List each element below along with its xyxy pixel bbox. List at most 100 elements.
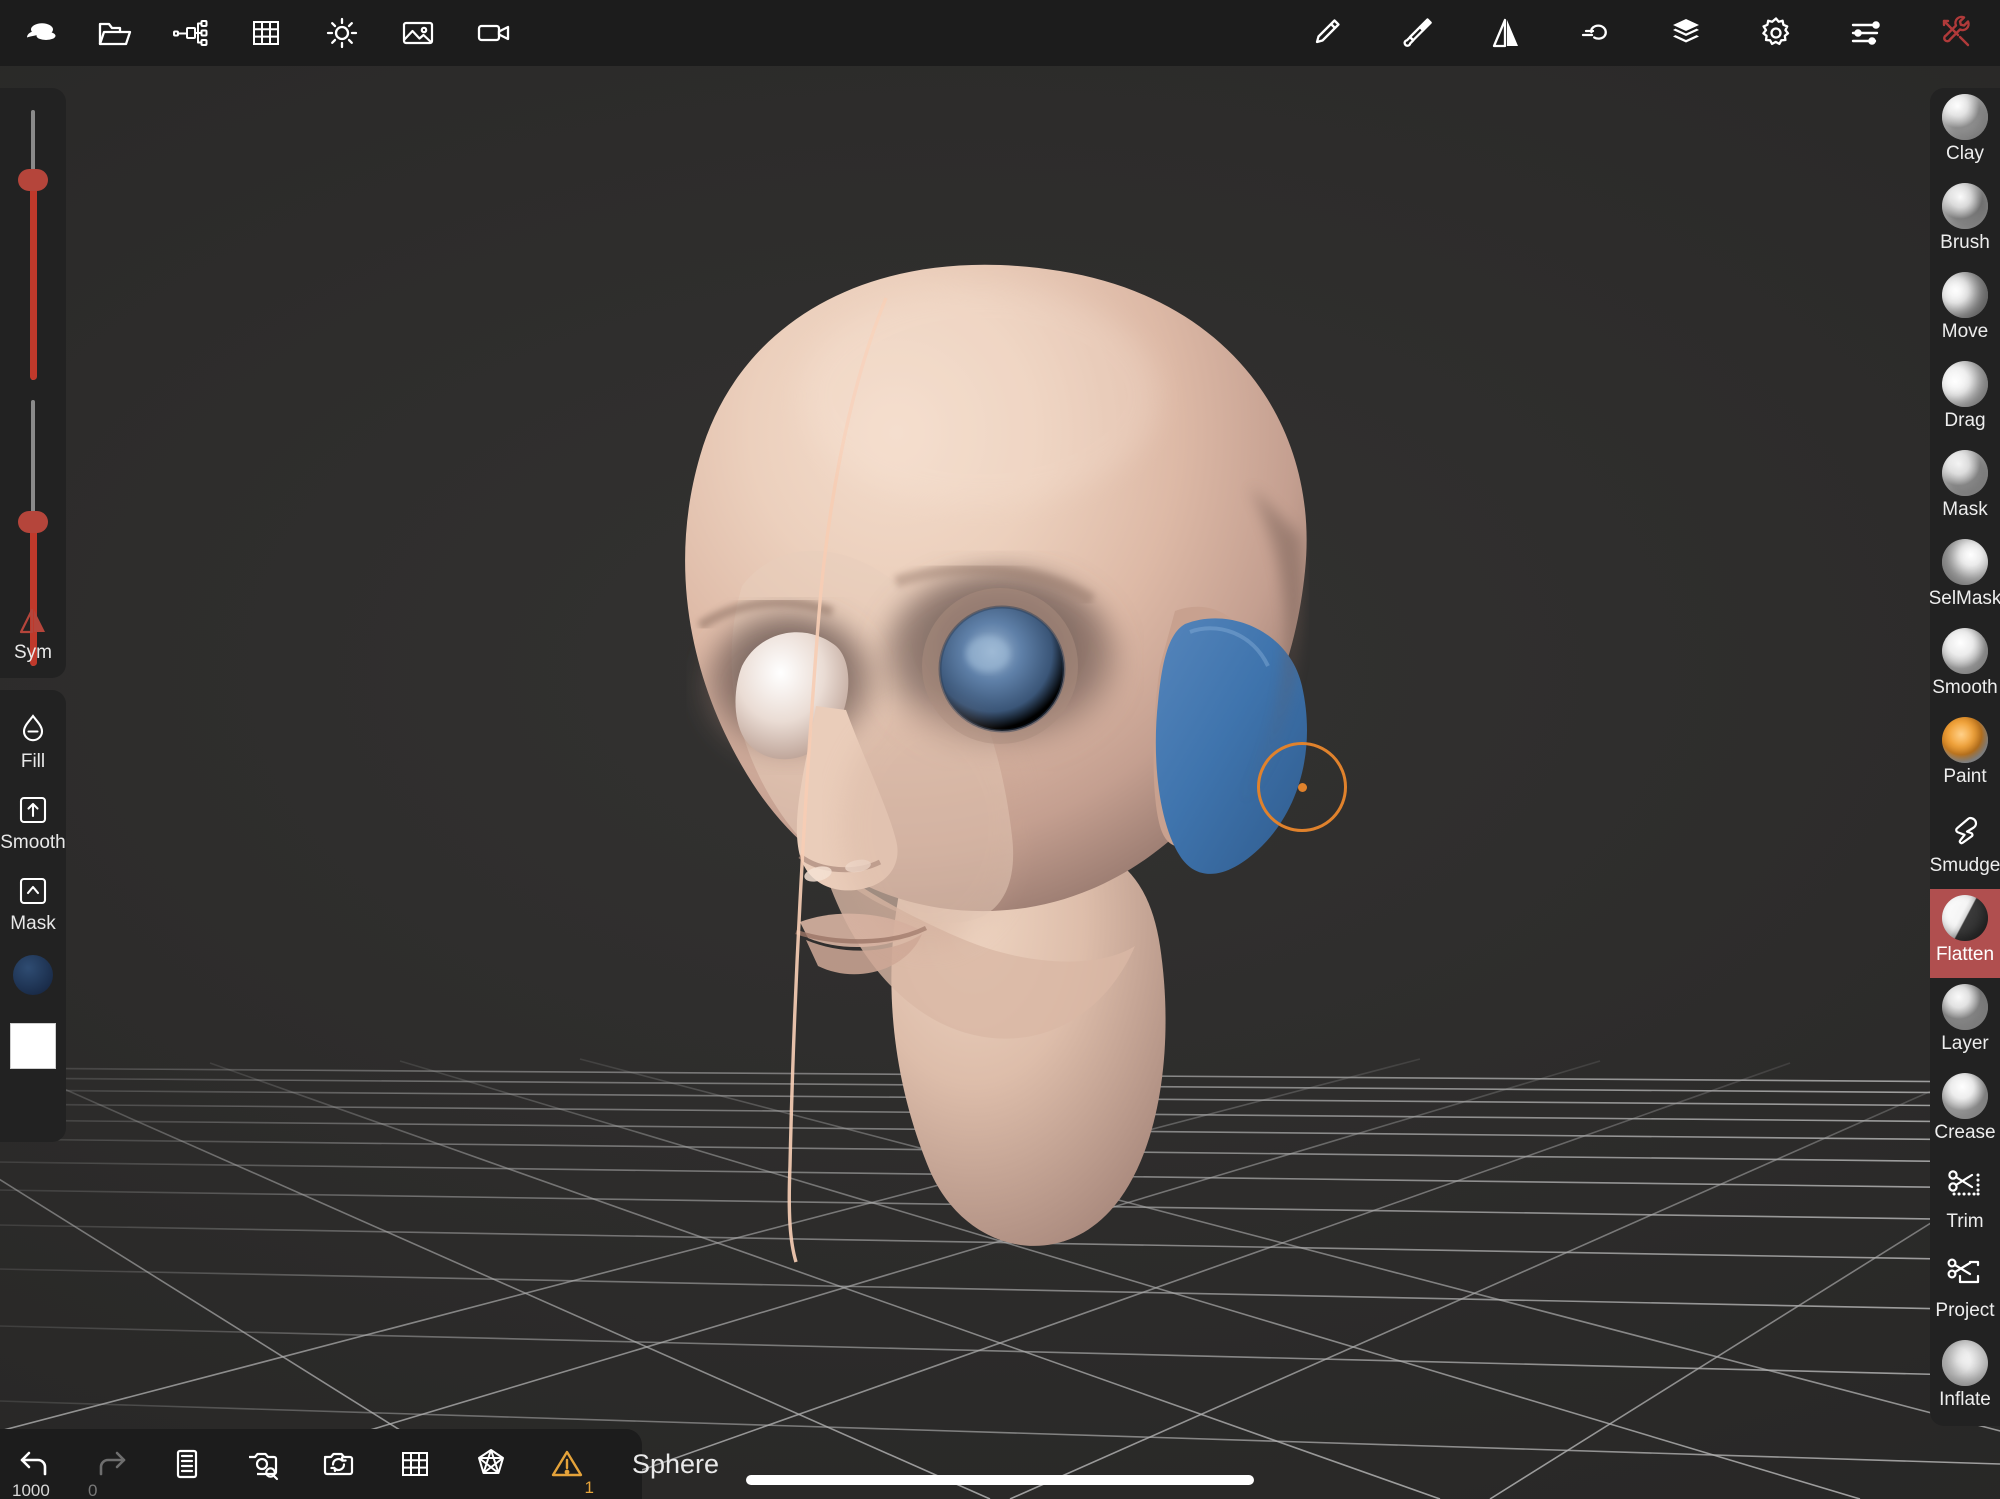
symmetry-mirror-icon	[19, 608, 45, 634]
tool-item-paint[interactable]: Paint	[1930, 711, 2000, 800]
tool-label: Smudge	[1930, 855, 2000, 876]
square-chevron-up-icon	[19, 877, 47, 905]
topology-button[interactable]	[468, 1444, 514, 1484]
smooth-sphere-icon	[1942, 628, 1988, 674]
material-preview[interactable]	[13, 955, 53, 995]
square-arrow-up-icon	[19, 796, 47, 824]
wireframe-button[interactable]	[392, 1445, 438, 1483]
tool-palette[interactable]: Clay Brush Move Drag Mask SelMask Smooth Paint S…	[1930, 88, 2000, 1426]
camera-refresh-icon	[323, 1452, 354, 1476]
undo-count: 1000	[12, 1481, 50, 1499]
tool-label: SelMask	[1930, 588, 2000, 609]
multires-button[interactable]	[164, 1445, 210, 1483]
hand-icon[interactable]	[1568, 5, 1624, 61]
wrench-screwdriver-icon[interactable]	[1928, 5, 1984, 61]
layer-sphere-icon	[1942, 984, 1988, 1030]
layers-stack-icon[interactable]	[1658, 5, 1714, 61]
home-indicator	[746, 1475, 1254, 1485]
tool-label: Project	[1935, 1300, 1995, 1321]
radius-slider[interactable]	[0, 110, 66, 380]
video-camera-icon[interactable]	[466, 5, 522, 61]
tool-item-flatten[interactable]: Flatten	[1930, 889, 2000, 978]
tool-item-layer[interactable]: Layer	[1930, 978, 2000, 1067]
tool-label: Drag	[1944, 410, 1986, 431]
sun-icon[interactable]	[314, 5, 370, 61]
mask-sphere-icon	[1942, 450, 1988, 496]
intensity-slider-knob[interactable]	[18, 511, 48, 534]
brush-modifiers-panel: Fill Smooth Mask	[0, 690, 66, 1142]
drag-sphere-icon	[1942, 361, 1988, 407]
object-name-label[interactable]: Sphere	[632, 1449, 719, 1480]
mask-label: Mask	[10, 913, 56, 934]
move-sphere-icon	[1942, 272, 1988, 318]
camera-search-icon	[249, 1452, 279, 1481]
snapshot-button[interactable]	[240, 1444, 286, 1484]
fill-button[interactable]: Fill	[0, 712, 66, 773]
mirror-icon[interactable]	[1478, 5, 1534, 61]
droplet-minus-icon	[22, 714, 44, 742]
scissors-rect-icon	[1942, 1251, 1988, 1297]
radius-slider-knob[interactable]	[18, 169, 48, 192]
tool-item-crease[interactable]: Crease	[1930, 1067, 2000, 1156]
tool-label: Flatten	[1935, 944, 1995, 965]
tool-label: Layer	[1941, 1033, 1989, 1054]
sliders-icon[interactable]	[1838, 5, 1894, 61]
symmetry-toggle[interactable]: Sym	[0, 606, 66, 664]
camera-reset-button[interactable]	[316, 1444, 362, 1484]
gear-icon[interactable]	[1748, 5, 1804, 61]
polyhedron-icon	[478, 1449, 504, 1474]
smooth-label: Smooth	[0, 832, 66, 853]
paint-stamp-icon[interactable]	[1388, 5, 1444, 61]
inflate-sphere-icon	[1942, 1340, 1988, 1386]
redo-count: 0	[88, 1481, 98, 1499]
tool-label: Brush	[1940, 232, 1990, 253]
tool-label: Smooth	[1932, 677, 1998, 698]
grid-icon[interactable]	[238, 5, 294, 61]
radius-slider-fill	[29, 180, 37, 380]
folder-open-icon[interactable]	[86, 5, 142, 61]
tool-item-move[interactable]: Move	[1930, 266, 2000, 355]
redo-button[interactable]: 0	[88, 1444, 134, 1499]
brush-settings-panel: Sym	[0, 88, 66, 678]
tool-label: Move	[1941, 321, 1989, 342]
grid-icon	[402, 1452, 428, 1476]
top-toolbar-right	[1298, 5, 2000, 61]
tool-label: Mask	[1942, 499, 1988, 520]
warning-button[interactable]: 1	[544, 1444, 594, 1497]
tool-label: Clay	[1945, 143, 1984, 164]
smooth-button[interactable]: Smooth	[0, 793, 66, 854]
color-swatch[interactable]	[10, 1023, 56, 1069]
tool-item-trim[interactable]: Trim	[1930, 1156, 2000, 1245]
tool-item-project[interactable]: Project	[1930, 1245, 2000, 1334]
top-toolbar-left	[0, 5, 522, 61]
clay-sphere-icon	[1942, 94, 1988, 140]
undo-button[interactable]: 1000	[12, 1444, 58, 1499]
tool-item-brush[interactable]: Brush	[1930, 177, 2000, 266]
warning-triangle-icon	[551, 1450, 583, 1477]
symmetry-label: Sym	[14, 642, 52, 663]
viewport-3d[interactable]	[0, 66, 2000, 1499]
top-toolbar	[0, 0, 2000, 66]
tool-label: Trim	[1946, 1211, 1984, 1232]
bottom-toolbar: 1000 0 1 Sphere	[0, 1429, 719, 1499]
tool-item-drag[interactable]: Drag	[1930, 355, 2000, 444]
redo-arrow-icon	[99, 1451, 126, 1476]
tool-item-smudge[interactable]: Smudge	[1930, 800, 2000, 889]
model-sphere[interactable]	[0, 66, 2000, 1499]
app-root: Sym Fill Smooth Mask Clay Brush Move Dra…	[0, 0, 2000, 1499]
tool-item-selmask[interactable]: SelMask	[1930, 533, 2000, 622]
node-tree-icon[interactable]	[162, 5, 218, 61]
smudge-hand-icon	[1942, 806, 1988, 852]
tool-item-clay[interactable]: Clay	[1930, 88, 2000, 177]
tool-item-mask[interactable]: Mask	[1930, 444, 2000, 533]
tool-item-inflate[interactable]: Inflate	[1930, 1334, 2000, 1423]
eye-highlight	[966, 636, 1010, 672]
warning-count: 1	[584, 1478, 594, 1497]
pen-brush-icon[interactable]	[1298, 5, 1354, 61]
paint-sphere-icon	[1942, 717, 1988, 763]
mask-button[interactable]: Mask	[0, 874, 66, 935]
tool-item-smooth[interactable]: Smooth	[1930, 622, 2000, 711]
pages-book-icon	[176, 1449, 198, 1479]
image-icon[interactable]	[390, 5, 446, 61]
nomad-clay-logo-icon[interactable]	[10, 5, 66, 61]
